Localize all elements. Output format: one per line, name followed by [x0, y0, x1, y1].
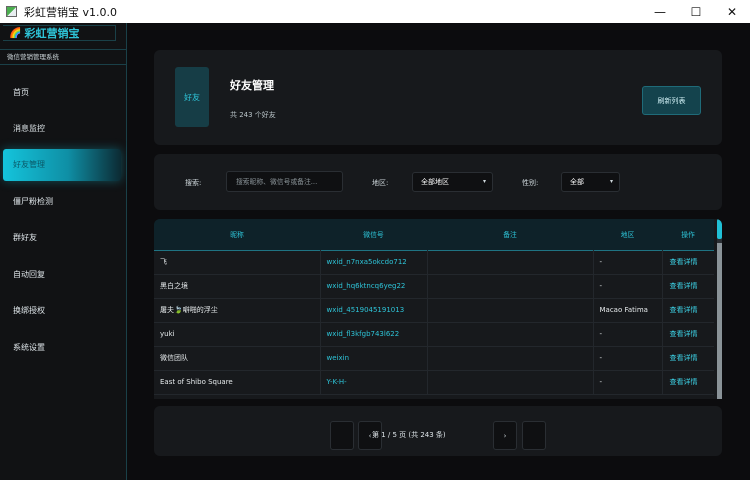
sidebar-item-friend-management[interactable]: 好友管理 — [3, 149, 121, 181]
next-page-button[interactable]: › — [493, 421, 517, 450]
chevron-down-icon: ▾ — [609, 178, 613, 185]
search-input[interactable] — [226, 171, 343, 192]
sidebar-item-message-monitor[interactable]: 消息监控 — [3, 113, 121, 145]
gender-select[interactable]: 全部 ▾ — [561, 172, 620, 192]
gender-select-value: 全部 — [570, 178, 584, 186]
region-select[interactable]: 全部地区 ▾ — [412, 172, 493, 192]
view-details-link[interactable]: 查看详情 — [662, 346, 714, 370]
table-row[interactable]: 微信团队 weixin - 查看详情 — [154, 346, 714, 370]
cell-wxid: Y-K-H- — [320, 370, 428, 394]
gender-label: 性别: — [522, 179, 539, 187]
window-title: 彩虹营销宝 v1.0.0 — [24, 5, 117, 19]
cell-remark — [427, 250, 594, 274]
cell-region: - — [593, 370, 663, 394]
cell-region: - — [593, 346, 663, 370]
refresh-list-button[interactable]: 刷新列表 — [642, 86, 701, 115]
first-page-button[interactable] — [330, 421, 354, 450]
filter-panel: 搜索: 地区: 全部地区 ▾ 性别: 全部 ▾ — [154, 154, 722, 210]
sidebar-item-rebind-auth[interactable]: 换绑授权 — [3, 295, 121, 327]
table-row[interactable]: yuki wxid_fl3kfgb743l622 - 查看详情 — [154, 322, 714, 346]
header-panel: 好友 好友管理 共 243 个好友 刷新列表 — [154, 50, 722, 145]
cell-wxid: wxid_4519045191013 — [320, 298, 428, 322]
maximize-button[interactable]: ☐ — [678, 0, 714, 23]
column-header-action: 操作 — [681, 231, 695, 240]
cell-region: - — [593, 322, 663, 346]
table-row[interactable]: East of Shibo Square Y-K-H- - 查看详情 — [154, 370, 714, 394]
table-scrollbar[interactable] — [717, 219, 722, 399]
cell-nickname: 屠夫🍃噼啪的浮尘 — [154, 298, 321, 322]
page-info: 第 1 / 5 页 (共 243 条) — [372, 431, 446, 439]
table-header-row: 昵称 微信号 备注 地区 操作 — [154, 219, 714, 250]
scrollbar-thumb[interactable] — [717, 219, 722, 239]
table-row[interactable]: 屠夫🍃噼啪的浮尘 wxid_4519045191013 Macao Fatima… — [154, 298, 714, 322]
avatar: 好友 — [175, 67, 209, 127]
cell-region: - — [593, 250, 663, 274]
column-header-nickname[interactable]: 昵称 — [154, 219, 320, 250]
view-details-link[interactable]: 查看详情 — [662, 274, 714, 298]
table-row[interactable]: 黑白之境 wxid_hq6ktncq6yeg22 - 查看详情 — [154, 274, 714, 298]
cell-remark — [427, 370, 594, 394]
friend-count: 共 243 个好友 — [230, 111, 276, 119]
cell-region: - — [593, 274, 663, 298]
cell-wxid: weixin — [320, 346, 428, 370]
pagination-panel: ‹ 第 1 / 5 页 (共 243 条) › — [154, 406, 722, 456]
view-details-link[interactable]: 查看详情 — [662, 370, 714, 394]
table-row[interactable]: 飞 wxid_n7nxa5okcdo712 - 查看详情 — [154, 250, 714, 274]
cell-nickname: 黑白之境 — [154, 274, 321, 298]
search-label: 搜索: — [185, 179, 202, 187]
window-controls: — ☐ ✕ — [642, 0, 750, 23]
cell-remark — [427, 274, 594, 298]
window-titlebar: 彩虹营销宝 v1.0.0 — ☐ ✕ — [0, 0, 750, 23]
cell-region: Macao Fatima — [593, 298, 663, 322]
page-title: 好友管理 — [230, 79, 274, 92]
column-header-remark[interactable]: 备注 — [427, 219, 593, 250]
app-subtitle: 微信营销管理系统 — [0, 49, 126, 65]
cell-remark — [427, 346, 594, 370]
cell-nickname: 微信团队 — [154, 346, 321, 370]
chevron-down-icon: ▾ — [482, 178, 486, 185]
sidebar-item-group-friends[interactable]: 群好友 — [3, 222, 121, 254]
brand: 🌈 彩虹营销宝 — [3, 25, 116, 41]
view-details-link[interactable]: 查看详情 — [662, 298, 714, 322]
cell-remark — [427, 298, 594, 322]
minimize-button[interactable]: — — [642, 0, 678, 23]
sidebar-item-auto-reply[interactable]: 自动回复 — [3, 259, 121, 291]
app-icon — [6, 6, 17, 17]
cell-wxid: wxid_fl3kfgb743l622 — [320, 322, 428, 346]
cell-wxid: wxid_n7nxa5okcdo712 — [320, 250, 428, 274]
brand-name: 彩虹营销宝 — [24, 27, 80, 40]
cell-nickname: yuki — [154, 322, 321, 346]
cell-remark — [427, 322, 594, 346]
last-page-button[interactable] — [522, 421, 546, 450]
rainbow-icon: 🌈 — [9, 27, 22, 39]
column-header-region[interactable]: 地区 — [593, 219, 662, 250]
sidebar-item-settings[interactable]: 系统设置 — [3, 332, 121, 364]
friends-table-panel: 昵称 微信号 备注 地区 操作 飞 wxid_n7nxa5okcdo712 - … — [154, 219, 722, 399]
sidebar-item-home[interactable]: 首页 — [3, 77, 121, 109]
close-button[interactable]: ✕ — [714, 0, 750, 23]
cell-nickname: East of Shibo Square — [154, 370, 321, 394]
view-details-link[interactable]: 查看详情 — [662, 322, 714, 346]
view-details-link[interactable]: 查看详情 — [662, 250, 714, 274]
region-select-value: 全部地区 — [421, 178, 449, 186]
cell-nickname: 飞 — [154, 250, 321, 274]
sidebar: 🌈 彩虹营销宝 微信营销管理系统 首页 消息监控 好友管理 僵尸粉检测 群好友 … — [0, 23, 127, 480]
region-label: 地区: — [372, 179, 389, 187]
scrollbar-track[interactable] — [717, 243, 722, 399]
friends-table: 昵称 微信号 备注 地区 操作 飞 wxid_n7nxa5okcdo712 - … — [154, 219, 714, 395]
cell-wxid: wxid_hq6ktncq6yeg22 — [320, 274, 428, 298]
main-content: 好友 好友管理 共 243 个好友 刷新列表 搜索: 地区: 全部地区 ▾ 性别… — [127, 23, 750, 480]
column-header-wxid[interactable]: 微信号 — [320, 219, 427, 250]
sidebar-item-zombie-detection[interactable]: 僵尸粉检测 — [3, 186, 121, 218]
